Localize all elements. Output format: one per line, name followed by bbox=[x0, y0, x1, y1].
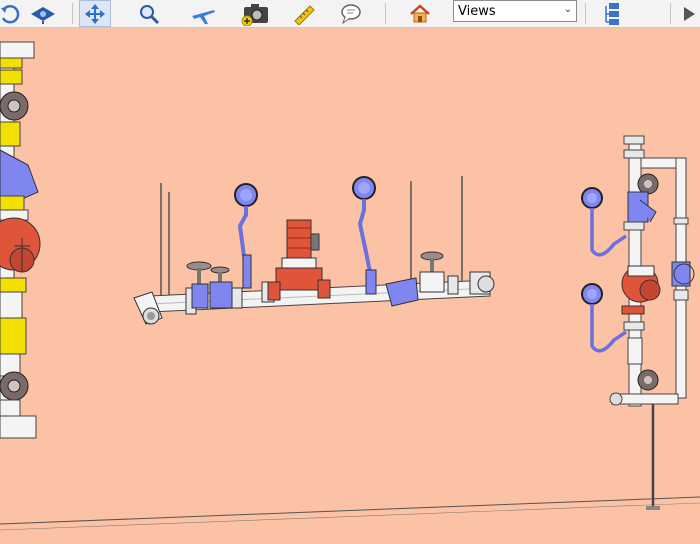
fly-button[interactable] bbox=[187, 0, 219, 27]
rotate-button[interactable] bbox=[0, 0, 26, 27]
central-pump-assembly bbox=[133, 176, 495, 325]
right-pump-assembly bbox=[581, 135, 695, 510]
toolbar-separator bbox=[585, 3, 586, 24]
toolbar-separator bbox=[670, 3, 671, 24]
floor-edge bbox=[0, 502, 700, 531]
views-dropdown[interactable]: Views ⌄ bbox=[453, 0, 577, 22]
measure-button[interactable] bbox=[288, 0, 320, 27]
zoom-button[interactable] bbox=[133, 0, 165, 27]
camera-icon bbox=[241, 3, 268, 26]
view-orientation-button[interactable] bbox=[27, 0, 59, 27]
fly-icon bbox=[192, 9, 215, 24]
3d-viewport[interactable] bbox=[0, 28, 700, 544]
pan-icon bbox=[85, 3, 105, 24]
comment-button[interactable] bbox=[335, 0, 367, 27]
model-tree-button[interactable] bbox=[598, 0, 630, 27]
play-icon bbox=[684, 6, 695, 21]
comment-icon bbox=[341, 3, 361, 24]
toolbar-separator bbox=[72, 3, 73, 24]
views-dropdown-value: Views bbox=[458, 3, 496, 19]
left-pipe-assembly bbox=[0, 41, 41, 439]
toolbar-separator bbox=[385, 3, 386, 24]
model-tree-icon bbox=[605, 2, 619, 25]
pan-button[interactable] bbox=[79, 0, 111, 27]
piping-model-scene bbox=[0, 41, 700, 531]
rotate-icon bbox=[1, 4, 20, 23]
chevron-down-icon: ⌄ bbox=[563, 4, 572, 15]
floor-edge bbox=[0, 496, 700, 525]
home-button[interactable] bbox=[404, 0, 436, 27]
measure-icon bbox=[294, 4, 315, 25]
home-icon bbox=[410, 3, 430, 22]
view-orientation-icon bbox=[31, 6, 55, 24]
snapshot-button[interactable] bbox=[239, 0, 271, 27]
zoom-icon bbox=[140, 4, 160, 24]
play-button[interactable] bbox=[676, 0, 700, 27]
toolbar: Views ⌄ bbox=[0, 0, 700, 28]
